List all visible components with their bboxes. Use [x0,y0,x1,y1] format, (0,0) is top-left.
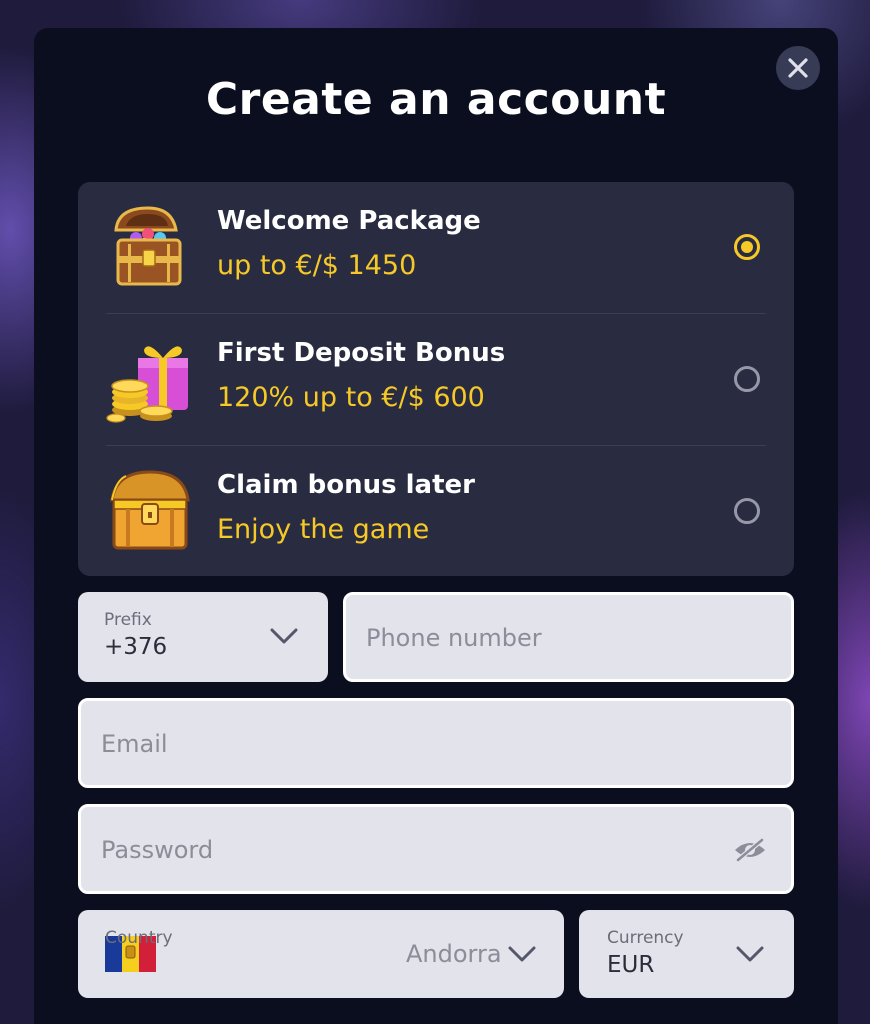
password-input[interactable] [101,834,701,866]
treasure-chest-open-icon [114,206,182,286]
chevron-down-icon [508,946,536,962]
bonus-title: Claim bonus later [217,470,475,500]
country-select[interactable]: Country Andorra [78,910,564,998]
bonus-subtitle: up to €/$ 1450 [217,250,417,281]
phone-input[interactable] [366,622,766,654]
bonus-subtitle: Enjoy the game [217,514,430,545]
bonus-title: First Deposit Bonus [217,338,506,368]
prefix-value: +376 [104,634,168,660]
modal-title: Create an account [205,74,667,125]
bonus-radio-selected[interactable] [734,234,760,260]
email-field[interactable] [78,698,794,788]
currency-select[interactable]: Currency EUR [579,910,794,998]
treasure-chest-closed-icon [110,470,190,550]
country-label: Country [105,928,173,948]
currency-label: Currency [607,928,684,948]
gift-box-coins-icon [106,346,188,423]
phone-prefix-select[interactable]: Prefix +376 [78,592,328,682]
password-field[interactable] [78,804,794,894]
chevron-down-icon [736,946,764,962]
bonus-subtitle: 120% up to €/$ 600 [217,382,485,413]
bonus-radio[interactable] [734,366,760,392]
currency-value: EUR [607,952,655,978]
bonus-title: Welcome Package [217,206,481,236]
bonus-option-welcome-package[interactable]: Welcome Package up to €/$ 1450 [78,182,794,313]
bonus-radio[interactable] [734,498,760,524]
bonus-option-claim-later[interactable]: Claim bonus later Enjoy the game [78,446,794,577]
bonus-selector: Welcome Package up to €/$ 1450 First Dep… [78,182,794,576]
bonus-option-first-deposit[interactable]: First Deposit Bonus 120% up to €/$ 600 [78,314,794,445]
email-input[interactable] [101,728,761,760]
eye-off-icon[interactable] [733,838,767,862]
phone-number-field[interactable] [343,592,794,682]
prefix-label: Prefix [104,610,152,630]
chevron-down-icon [270,628,298,644]
signup-modal: Create an account Welcome Package up to … [34,28,838,1024]
country-value: Andorra [406,940,502,968]
